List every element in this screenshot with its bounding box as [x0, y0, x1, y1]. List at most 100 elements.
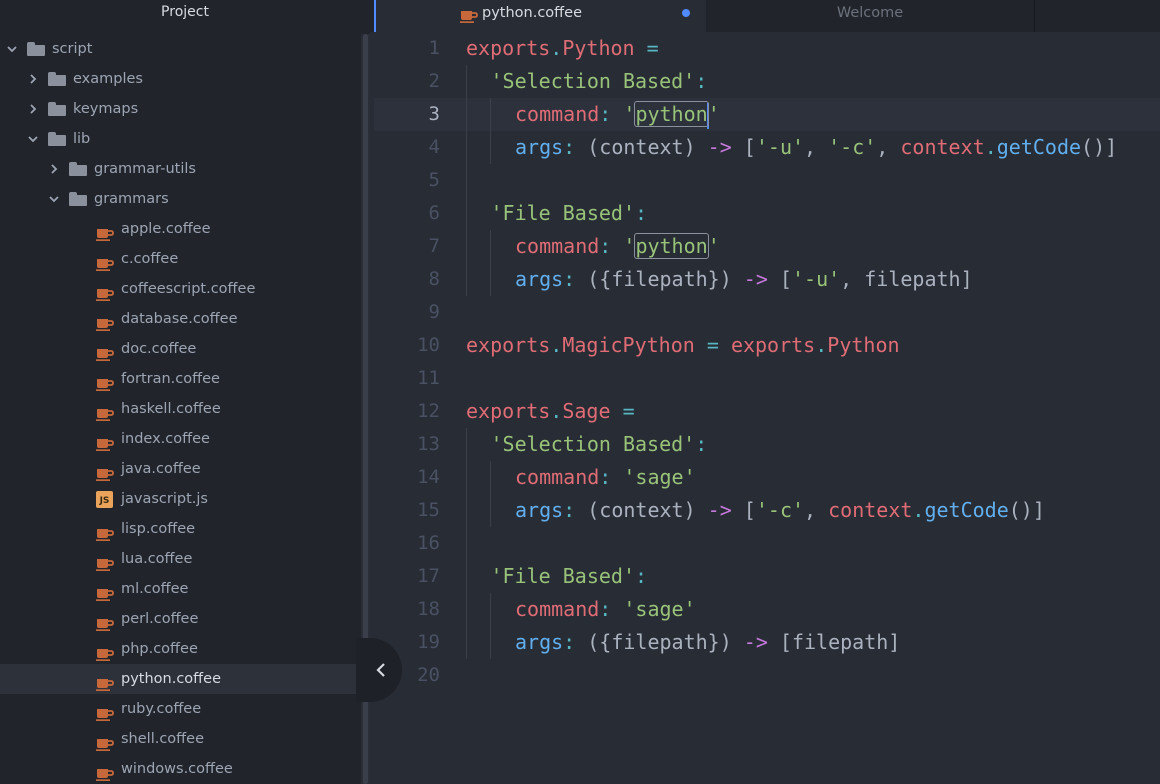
tree-file-item[interactable]: lua.coffee: [0, 544, 361, 574]
tree-file-item[interactable]: database.coffee: [0, 304, 361, 334]
folder-icon: [48, 102, 66, 116]
code-token: =: [706, 333, 719, 357]
tree-file-item[interactable]: index.coffee: [0, 424, 361, 454]
tab-label-wrap: python.coffee: [460, 0, 582, 26]
code-token: =: [622, 399, 635, 423]
code-line[interactable]: 13 'Selection Based':: [374, 428, 1160, 461]
code-line[interactable]: 14 command: 'sage': [374, 461, 1160, 494]
highlighted-match: python: [634, 233, 709, 259]
code-line[interactable]: 15 args: (context) -> ['-c', context.getC…: [374, 494, 1160, 527]
tree-file-item[interactable]: windows.coffee: [0, 754, 361, 784]
tab-bar: python.coffee Welcome: [370, 0, 1160, 32]
code-line[interactable]: 20: [374, 659, 1160, 692]
code-token: .: [815, 333, 828, 357]
tree-file-item[interactable]: perl.coffee: [0, 604, 361, 634]
code-token: ()]: [1081, 135, 1118, 159]
code-token: :: [563, 498, 576, 522]
tree-folder-item[interactable]: lib: [0, 124, 361, 154]
tree-file-item[interactable]: haskell.coffee: [0, 394, 361, 424]
code-text: exports.MagicPython = exports.Python: [466, 329, 900, 362]
code-line[interactable]: 1 exports.Python =: [374, 32, 1160, 65]
code-token: command: [515, 465, 600, 489]
chevron-down-icon[interactable]: [48, 184, 60, 214]
tree-item-label: script: [52, 41, 93, 57]
code-token: .: [912, 498, 925, 522]
coffee-file-icon: [96, 312, 114, 331]
tree-folder-item[interactable]: keymaps: [0, 94, 361, 124]
tree-file-item[interactable]: c.coffee: [0, 244, 361, 274]
modified-indicator[interactable]: [682, 9, 690, 17]
code-token: :: [599, 234, 612, 258]
code-line[interactable]: 5: [374, 164, 1160, 197]
line-number: 10: [417, 334, 440, 356]
folder-icon: [69, 192, 87, 206]
tree-file-item[interactable]: ml.coffee: [0, 574, 361, 604]
code-line[interactable]: 4 args: (context) -> ['-u', '-c', context…: [374, 131, 1160, 164]
code-token: command: [515, 102, 600, 126]
code-token: :: [599, 597, 612, 621]
tree-file-item[interactable]: fortran.coffee: [0, 364, 361, 394]
tree-folder-item[interactable]: grammars: [0, 184, 361, 214]
tab-python-coffee[interactable]: python.coffee: [374, 0, 706, 32]
tree-file-item[interactable]: doc.coffee: [0, 334, 361, 364]
tree-folder-item[interactable]: examples: [0, 64, 361, 94]
code-token: command: [515, 234, 600, 258]
chevron-down-icon[interactable]: [27, 124, 39, 154]
code-line[interactable]: 10 exports.MagicPython = exports.Python: [374, 329, 1160, 362]
coffee-file-icon: [96, 282, 114, 301]
code-token: ': [623, 102, 636, 126]
coffee-file-icon: [96, 252, 114, 271]
tree-file-item[interactable]: ruby.coffee: [0, 694, 361, 724]
chevron-right-icon[interactable]: [27, 94, 39, 124]
tree-item-label: database.coffee: [121, 311, 238, 327]
code-token: [: [731, 498, 756, 522]
tree-folder-item[interactable]: script: [0, 34, 361, 64]
tab-welcome[interactable]: Welcome: [706, 0, 1035, 32]
code-token: ->: [743, 630, 768, 654]
code-line[interactable]: 2 'Selection Based':: [374, 65, 1160, 98]
code-line[interactable]: 7 command: 'python': [374, 230, 1160, 263]
code-token: .: [550, 399, 563, 423]
indent-guide: [490, 461, 491, 527]
code-line[interactable]: 3 command: 'python': [374, 98, 1160, 131]
tree-file-item[interactable]: coffeescript.coffee: [0, 274, 361, 304]
chevron-right-icon[interactable]: [27, 64, 39, 94]
tree-file-item[interactable]: php.coffee: [0, 634, 361, 664]
chevron-down-icon[interactable]: [6, 34, 18, 64]
chevron-right-icon[interactable]: [48, 154, 60, 184]
code-line[interactable]: 8 args: ({filepath}) -> ['-u', filepath]: [374, 263, 1160, 296]
code-line[interactable]: 18 command: 'sage': [374, 593, 1160, 626]
code-token: '-u': [755, 135, 805, 159]
code-line[interactable]: 9: [374, 296, 1160, 329]
tree-file-item[interactable]: lisp.coffee: [0, 514, 361, 544]
line-number: 1: [428, 37, 440, 59]
code-token: (context): [575, 498, 708, 522]
code-text: args: ({filepath}) -> ['-u', filepath]: [515, 263, 973, 296]
code-line[interactable]: 6 'File Based':: [374, 197, 1160, 230]
code-editor[interactable]: 1 exports.Python = 2 'Selection Based': 3 com…: [374, 32, 1160, 784]
code-token: :: [695, 432, 708, 456]
code-token: args: [515, 630, 564, 654]
code-line[interactable]: 17 'File Based':: [374, 560, 1160, 593]
line-number: 6: [428, 202, 440, 224]
tree-item-label: c.coffee: [121, 251, 179, 267]
code-line[interactable]: 19 args: ({filepath}) -> [filepath]: [374, 626, 1160, 659]
code-text: exports.Python =: [466, 32, 659, 65]
code-line[interactable]: 11: [374, 362, 1160, 395]
code-token: exports: [730, 333, 816, 357]
code-line[interactable]: 12 exports.Sage =: [374, 395, 1160, 428]
tree-file-item[interactable]: apple.coffee: [0, 214, 361, 244]
code-line[interactable]: 16: [374, 527, 1160, 560]
tab-label: Welcome: [836, 5, 904, 21]
tree-folder-item[interactable]: grammar-utils: [0, 154, 361, 184]
line-number: 3: [374, 98, 440, 131]
tree-file-item[interactable]: java.coffee: [0, 454, 361, 484]
coffee-file-icon: [96, 372, 114, 391]
code-text: command: 'sage': [515, 593, 696, 626]
tree-file-item[interactable]: shell.coffee: [0, 724, 361, 754]
tree-file-item[interactable]: JS javascript.js: [0, 484, 361, 514]
tree-file-item[interactable]: python.coffee: [0, 664, 361, 694]
code-token: [: [767, 267, 792, 291]
